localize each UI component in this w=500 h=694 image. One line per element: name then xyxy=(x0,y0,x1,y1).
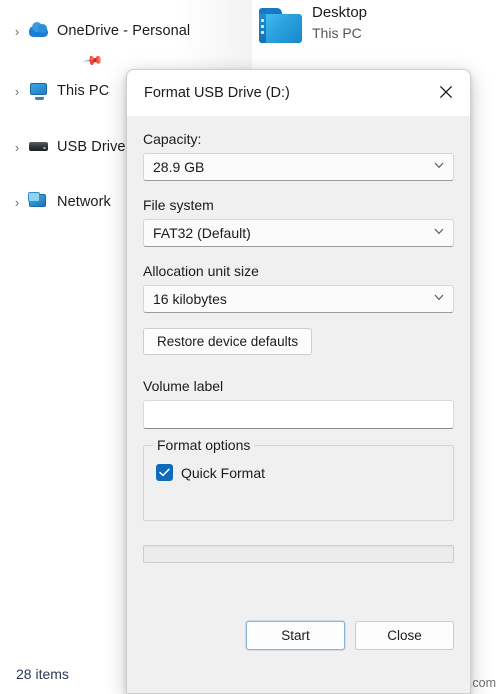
sidebar-item-label: This PC xyxy=(57,83,110,99)
format-dialog: Format USB Drive (D:) Capacity: 28.9 GB … xyxy=(126,69,471,694)
dialog-action-row: Start Close xyxy=(246,621,454,650)
desktop-tile-text: Desktop This PC xyxy=(312,2,367,43)
dialog-title: Format USB Drive (D:) xyxy=(144,85,290,101)
close-button[interactable]: Close xyxy=(355,621,454,650)
capacity-label: Capacity: xyxy=(143,131,202,147)
allocation-unit-select[interactable]: 16 kilobytes xyxy=(143,285,454,313)
dialog-titlebar: Format USB Drive (D:) xyxy=(127,70,470,116)
folder-icon xyxy=(258,6,304,46)
capacity-value: 28.9 GB xyxy=(153,159,205,175)
file-system-label: File system xyxy=(143,197,214,213)
sidebar-item-network[interactable]: › Network xyxy=(6,188,111,216)
allocation-unit-value: 16 kilobytes xyxy=(153,291,227,307)
restore-device-defaults-button[interactable]: Restore device defaults xyxy=(143,328,313,355)
restore-defaults-row: Restore device defaults xyxy=(143,328,454,355)
network-icon xyxy=(28,192,50,212)
file-system-select[interactable]: FAT32 (Default) xyxy=(143,219,454,247)
desktop-tile-title: Desktop xyxy=(312,4,368,21)
volume-label-input[interactable] xyxy=(143,400,454,429)
file-system-value: FAT32 (Default) xyxy=(153,225,251,241)
chevron-right-icon[interactable]: › xyxy=(6,25,28,38)
allocation-unit-label: Allocation unit size xyxy=(143,263,259,279)
chevron-right-icon[interactable]: › xyxy=(6,141,28,154)
checkmark-icon[interactable] xyxy=(156,464,173,481)
format-progress-bar xyxy=(143,545,454,563)
screen: › OneDrive - Personal › This PC › USB Dr… xyxy=(0,0,500,694)
sidebar-item-label: OneDrive - Personal xyxy=(57,23,191,39)
sidebar-item-onedrive[interactable]: › OneDrive - Personal xyxy=(6,17,190,45)
format-options-legend: Format options xyxy=(153,437,255,453)
sidebar-item-label: Network xyxy=(57,194,111,210)
dialog-body: Capacity: 28.9 GB File system FAT32 (Def… xyxy=(127,116,470,563)
chevron-down-icon xyxy=(434,294,444,304)
close-icon[interactable] xyxy=(424,70,468,114)
cloud-icon xyxy=(28,21,50,41)
quick-format-checkbox-row[interactable]: Quick Format xyxy=(156,464,441,481)
format-options-group: Format options Quick Format xyxy=(143,437,454,521)
desktop-tile-subtitle: This PC xyxy=(312,25,362,41)
quick-format-label: Quick Format xyxy=(181,464,266,481)
volume-label-label: Volume label xyxy=(143,378,224,394)
chevron-down-icon xyxy=(434,228,444,238)
chevron-right-icon[interactable]: › xyxy=(6,85,28,98)
capacity-select[interactable]: 28.9 GB xyxy=(143,153,454,181)
drive-icon xyxy=(28,137,50,157)
status-bar-item-count: 28 items xyxy=(16,666,69,682)
monitor-icon xyxy=(28,81,50,101)
start-button[interactable]: Start xyxy=(246,621,345,650)
desktop-folder-tile[interactable]: Desktop This PC xyxy=(258,2,367,46)
sidebar-item-this-pc[interactable]: › This PC xyxy=(6,77,109,105)
chevron-right-icon[interactable]: › xyxy=(6,196,28,209)
chevron-down-icon xyxy=(434,162,444,172)
